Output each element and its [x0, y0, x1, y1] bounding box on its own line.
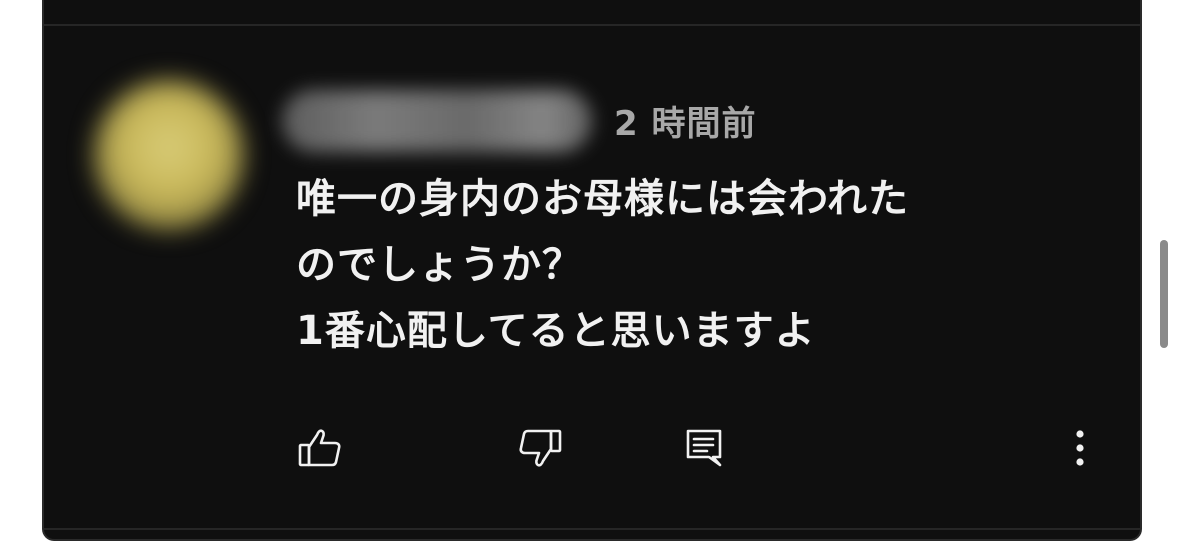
bottom-divider: [44, 528, 1140, 530]
comment-body: 唯一の身内のお母様には会われた のでしょうか？ 1番心配してると思いますよ: [296, 166, 1096, 364]
comment-timestamp[interactable]: 2 時間前: [614, 96, 757, 145]
comment-card: 2 時間前 唯一の身内のお母様には会われた のでしょうか？ 1番心配してると思い…: [42, 0, 1142, 541]
avatar[interactable]: [94, 80, 244, 230]
reply-comment-icon: [686, 429, 722, 467]
comment-line: 1番心配してると思いますよ: [296, 308, 816, 354]
comment-line: のでしょうか？: [296, 242, 583, 288]
top-divider: [44, 24, 1140, 26]
comment-line: 唯一の身内のお母様には会われた: [296, 176, 909, 222]
thumbs-down-icon: [519, 429, 562, 467]
thumbs-up-icon: [298, 429, 341, 467]
author-name-blurred[interactable]: [282, 90, 592, 152]
more-vertical-icon: [1076, 430, 1084, 466]
more-options-button[interactable]: [1052, 420, 1108, 476]
reply-button[interactable]: [676, 420, 732, 476]
scrollbar[interactable]: [1160, 240, 1168, 348]
dislike-button[interactable]: [512, 420, 568, 476]
like-button[interactable]: [292, 420, 348, 476]
